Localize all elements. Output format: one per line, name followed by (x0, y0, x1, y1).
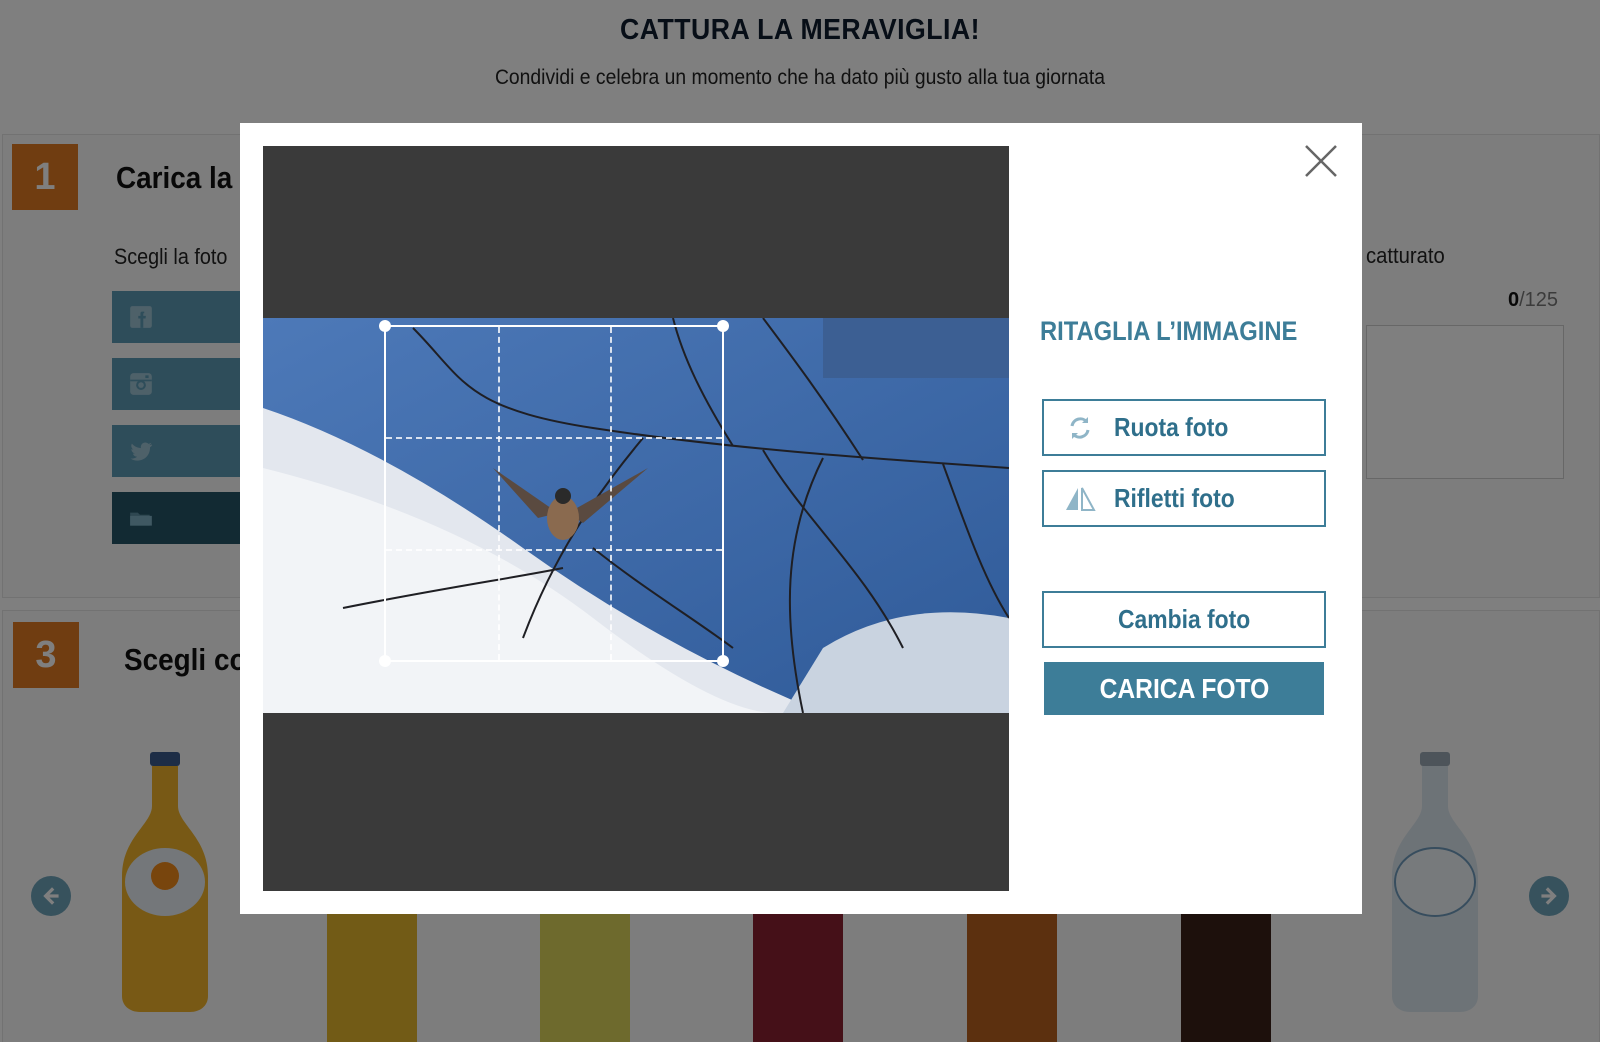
crop-grid-line (386, 549, 722, 551)
crop-tools-title: RITAGLIA L’IMMAGINE (1040, 316, 1298, 346)
page: CATTURA LA MERAVIGLIA! Condividi e celeb… (0, 0, 1600, 1042)
crop-handle-bottom-left[interactable] (379, 655, 391, 667)
close-button[interactable] (1303, 143, 1339, 179)
crop-grid-line (498, 327, 500, 660)
flip-photo-label: Rifletti foto (1114, 483, 1235, 513)
rotate-icon (1060, 412, 1100, 444)
rotate-photo-label: Ruota foto (1114, 412, 1229, 442)
crop-canvas[interactable] (263, 146, 1009, 891)
crop-handle-top-right[interactable] (717, 320, 729, 332)
change-photo-label: Cambia foto (1117, 604, 1251, 634)
rotate-photo-button[interactable]: Ruota foto (1042, 399, 1326, 456)
crop-selection-box[interactable] (379, 320, 729, 667)
upload-photo-button[interactable]: CARICA FOTO (1044, 662, 1324, 715)
crop-modal: RITAGLIA L’IMMAGINE Ruota foto Rifletti … (240, 123, 1362, 914)
flip-icon (1060, 483, 1100, 515)
flip-photo-button[interactable]: Rifletti foto (1042, 470, 1326, 527)
change-photo-button[interactable]: Cambia foto (1042, 591, 1326, 648)
upload-photo-label: CARICA FOTO (1099, 672, 1269, 704)
crop-handle-top-left[interactable] (379, 320, 391, 332)
crop-handle-bottom-right[interactable] (717, 655, 729, 667)
close-icon (1305, 145, 1337, 177)
crop-grid-line (610, 327, 612, 660)
crop-grid-line (386, 437, 722, 439)
